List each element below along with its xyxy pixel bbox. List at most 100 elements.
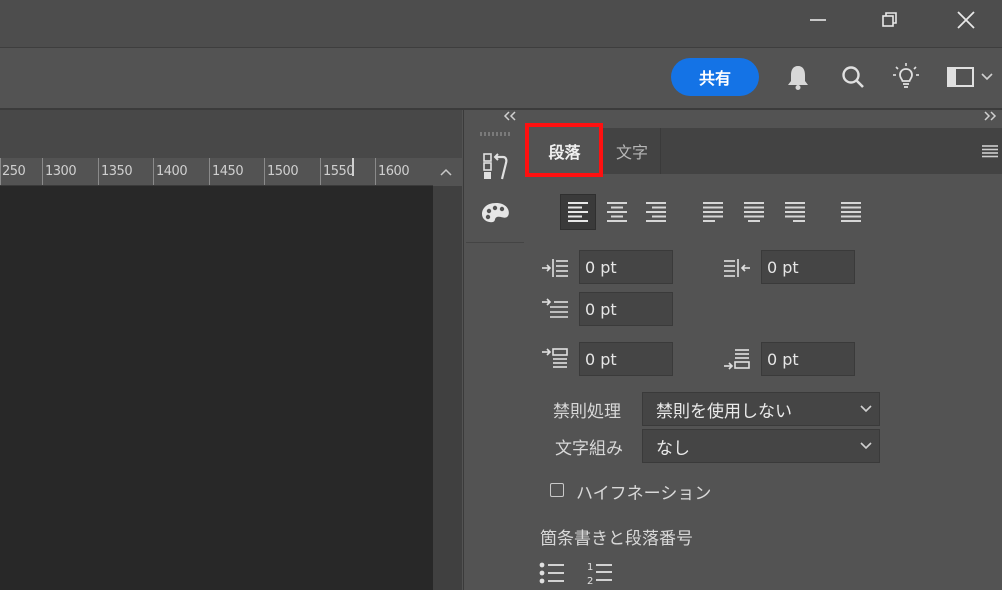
bullets-heading: 箇条書きと段落番号 [540,529,693,549]
search-button[interactable] [836,60,870,94]
mojikumi-label: 文字組み [555,439,623,459]
align-right-icon [646,202,666,222]
numbered-list-icon: 1 2 [587,562,612,587]
title-bar [0,0,1002,47]
workspace-icon [947,67,974,87]
ruler-label: 1400 [156,164,188,179]
left-indent-input[interactable]: 0 pt [579,250,673,284]
justify-last-center-button[interactable] [736,194,772,230]
ruler-label: 1550 [323,164,355,179]
document-tab-strip [0,110,462,158]
chevron-up-icon [440,168,452,176]
ruler-label: 1300 [45,164,77,179]
collapse-left-button[interactable] [502,110,522,126]
divider [466,242,524,243]
align-left-button[interactable] [560,194,596,230]
restore-icon [882,12,897,27]
notifications-button[interactable] [781,60,815,94]
panel-grip[interactable] [480,132,510,136]
highlight-box [525,123,603,177]
share-button[interactable]: 共有 [671,58,759,96]
collapse-right-button[interactable] [982,110,1002,126]
close-icon [957,11,975,29]
ruler-label: 1500 [267,164,299,179]
chevron-down-icon [981,73,993,81]
history-panel-button[interactable] [480,150,512,182]
space-after-icon [724,349,750,370]
ruler-tick [98,158,99,185]
left-indent-label [540,254,570,282]
chevron-down-icon [860,405,872,413]
kinsoku-value: 禁則を使用しない [656,401,792,422]
tab-character[interactable]: 文字 [604,128,661,174]
restore-button[interactable] [862,0,918,40]
search-icon [842,66,864,88]
hamburger-icon [982,145,998,158]
minimize-icon [810,19,826,21]
numbered-list-button[interactable]: 1 2 [586,560,614,587]
right-indent-icon [724,259,750,277]
ruler-label: 1350 [101,164,133,179]
ruler-label: 1600 [378,164,410,179]
svg-text:1: 1 [587,562,593,573]
mojikumi-select[interactable]: なし [642,429,880,463]
mojikumi-value: なし [656,438,690,459]
align-right-button[interactable] [638,194,674,230]
hyphenation-label: ハイフネーション [576,484,712,504]
justify-last-center-icon [744,202,764,222]
justify-all-icon [841,202,861,222]
space-after-label [722,345,752,373]
space-after-input[interactable]: 0 pt [761,342,855,376]
kinsoku-select[interactable]: 禁則を使用しない [642,392,880,426]
close-button[interactable] [938,0,994,40]
space-before-icon [542,348,568,368]
space-before-input[interactable]: 0 pt [579,342,673,376]
first-line-indent-label [540,295,570,323]
minimize-button[interactable] [790,0,846,40]
lightbulb-icon [893,63,919,88]
ruler-tick [209,158,210,185]
space-before-label [540,345,570,373]
double-chevron-left-icon [503,111,516,121]
bell-icon [788,66,808,90]
palette-icon [482,203,509,223]
horizontal-ruler: 250 1300 1350 1400 1450 1500 1550 1600 [0,158,433,186]
ruler-label: 250 [2,164,26,179]
chevron-down-icon [860,442,872,450]
ruler-tick [0,158,1,185]
justify-last-right-icon [785,202,805,222]
justify-last-right-button[interactable] [777,194,813,230]
first-line-indent-icon [542,298,568,318]
align-center-icon [607,202,627,222]
right-indent-label [722,254,752,282]
align-left-icon [568,202,588,222]
learn-button[interactable] [889,60,923,94]
ruler-cursor-marker [352,158,354,176]
justify-last-left-button[interactable] [695,194,731,230]
hyphenation-checkbox[interactable] [550,483,564,497]
left-indent-icon [542,259,568,277]
vertical-scrollbar[interactable] [433,186,462,590]
right-indent-input[interactable]: 0 pt [761,250,855,284]
ruler-tick [153,158,154,185]
align-center-button[interactable] [599,194,635,230]
kinsoku-label: 禁則処理 [553,402,621,422]
document-canvas[interactable] [0,186,433,590]
ruler-tick [375,158,376,185]
scroll-up-button[interactable] [436,162,456,182]
first-line-indent-input[interactable]: 0 pt [579,292,673,326]
ruler-label: 1450 [212,164,244,179]
color-panel-button[interactable] [479,198,513,228]
svg-text:2: 2 [587,576,593,586]
panel-menu-button[interactable] [978,140,1002,162]
ruler-tick [264,158,265,185]
workspace-switcher[interactable] [940,60,1000,94]
ruler-tick [42,158,43,185]
ruler-tick [320,158,321,185]
justify-all-button[interactable] [833,194,869,230]
double-chevron-right-icon [984,111,997,121]
bullet-list-icon [539,562,564,584]
history-icon [483,153,508,180]
bulleted-list-button[interactable] [538,560,566,586]
panel-icon-strip [463,110,528,590]
